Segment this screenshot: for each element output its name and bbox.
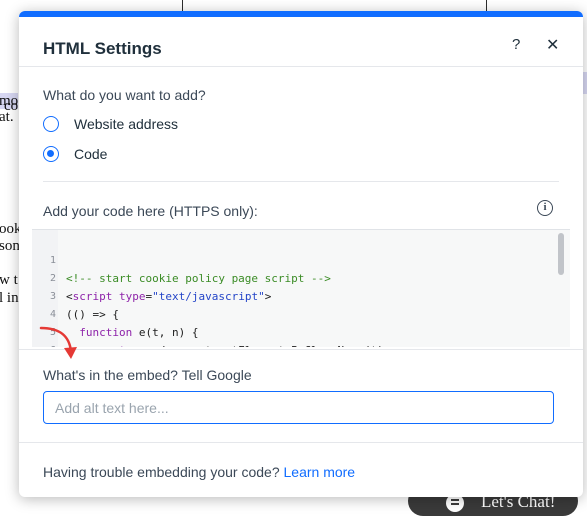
alt-text-input[interactable]	[43, 391, 554, 424]
footer-text: Having trouble embedding your code?	[43, 464, 280, 480]
learn-more-link[interactable]: Learn more	[284, 464, 356, 480]
divider	[19, 442, 583, 443]
radio-website-address[interactable]	[43, 116, 59, 132]
background-text: l in	[0, 290, 19, 306]
divider	[43, 181, 559, 182]
background-text: son	[0, 238, 20, 254]
option-code[interactable]: Code	[43, 146, 107, 162]
code-field-label: Add your code here (HTTPS only):	[43, 203, 258, 219]
code-editor[interactable]: 1 <!-- start cookie policy page script -…	[32, 229, 570, 347]
red-arrow-icon	[39, 326, 77, 359]
help-button[interactable]: ?	[512, 36, 520, 53]
help-footer: Having trouble embedding your code? Lear…	[43, 464, 355, 480]
code-line[interactable]: 4 function e(t, n) {	[32, 288, 199, 339]
alt-text-label: What's in the embed? Tell Google	[43, 367, 252, 383]
code-line[interactable]: 3 (() => {	[32, 270, 119, 321]
option-label: Code	[74, 146, 108, 162]
code-line[interactable]: 2 <script type="text/javascript">	[32, 252, 271, 303]
code-text: <script type="text/javascript">	[66, 290, 272, 303]
dialog-title: HTML Settings	[43, 39, 162, 58]
code-scrollbar[interactable]	[555, 230, 567, 347]
code-line[interactable]: 5 const a = document.getElementsByClassN…	[32, 306, 391, 347]
html-settings-dialog: HTML Settings ? ✕ What do you want to ad…	[19, 11, 583, 497]
close-button[interactable]: ✕	[546, 35, 559, 55]
code-line[interactable]: 1 <!-- start cookie policy page script -…	[32, 234, 331, 285]
background-text: w t	[0, 272, 18, 288]
code-text: function e(t, n) {	[79, 326, 199, 339]
info-icon[interactable]: i	[537, 200, 553, 216]
code-text: <!-- start cookie policy page script -->	[66, 272, 331, 285]
divider	[19, 349, 583, 350]
dialog-header: HTML Settings ? ✕	[19, 17, 583, 67]
scrollbar-thumb[interactable]	[558, 233, 564, 275]
code-text: const a = document.getElementsByClassNam…	[66, 342, 391, 347]
background-text: at.	[0, 109, 14, 125]
code-text: (() => {	[66, 308, 119, 321]
option-website-address[interactable]: Website address	[43, 116, 178, 132]
content-type-question: What do you want to add?	[43, 87, 206, 103]
radio-code[interactable]	[43, 146, 59, 162]
option-label: Website address	[74, 116, 179, 132]
